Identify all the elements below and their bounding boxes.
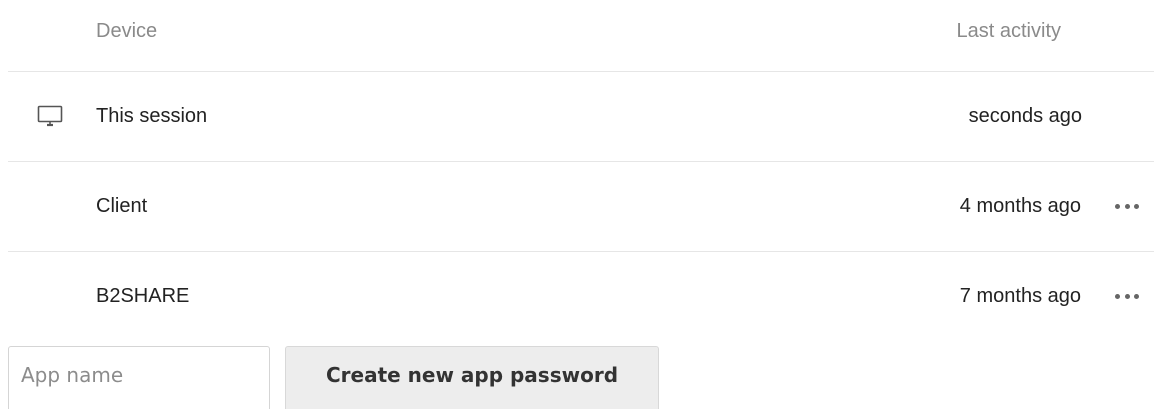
table-row-client: Client 4 months ago <box>8 162 1154 252</box>
last-activity-value: seconds ago <box>968 105 1082 127</box>
device-name: This session <box>96 105 208 127</box>
last-activity-column-header: Last activity <box>956 20 1061 42</box>
table-row-b2share: B2SHARE 7 months ago <box>8 252 1154 342</box>
monitor-icon <box>36 104 64 128</box>
last-activity-value: 4 months ago <box>959 195 1081 217</box>
device-column-header: Device <box>96 20 158 42</box>
app-passwords-panel: Device Last activity This session second… <box>0 0 1154 409</box>
last-activity-value: 7 months ago <box>959 285 1081 307</box>
more-options-icon[interactable] <box>1112 286 1142 306</box>
table-row-this-session: This session seconds ago <box>8 72 1154 162</box>
device-name: B2SHARE <box>96 285 190 307</box>
table-header: Device Last activity <box>8 0 1154 72</box>
create-app-password-button[interactable]: Create new app password <box>285 346 659 409</box>
device-name: Client <box>96 195 148 217</box>
more-options-icon[interactable] <box>1112 196 1142 216</box>
app-name-input[interactable] <box>8 346 270 409</box>
